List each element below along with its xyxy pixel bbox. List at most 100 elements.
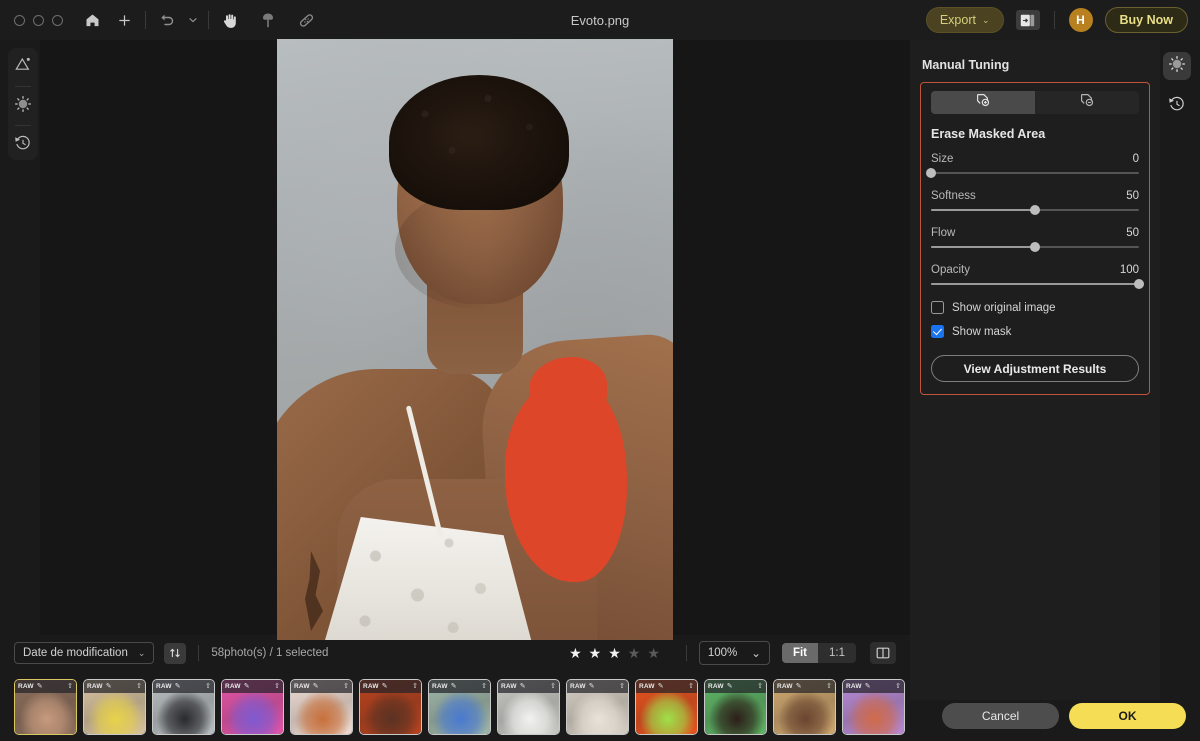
pencil-icon[interactable]: ✎	[520, 683, 526, 690]
filmstrip-thumbnail[interactable]: RAW ✎ ⇧	[152, 678, 215, 735]
upload-icon[interactable]: ⇧	[757, 683, 763, 690]
healing-bandage-icon[interactable]	[293, 7, 319, 33]
photo-canvas[interactable]	[277, 39, 673, 640]
tab-erase-mask[interactable]	[1035, 91, 1139, 114]
filmstrip[interactable]: RAW ✎ ⇧ RAW ✎ ⇧ RAW ✎ ⇧ RAW ✎ ⇧ RAW ✎ ⇧ RAW ✎ ⇧ RAW ✎ ⇧ RAW ✎ ⇧…	[0, 672, 910, 741]
window-maximize-icon[interactable]	[52, 14, 63, 26]
checkbox-show-original-image[interactable]: Show original image	[931, 301, 1139, 314]
sidebar-item-retouch[interactable]	[10, 93, 36, 119]
ok-button[interactable]: OK	[1069, 703, 1186, 729]
pencil-icon[interactable]: ✎	[658, 683, 664, 690]
upload-icon[interactable]: ⇧	[274, 683, 280, 690]
pencil-icon[interactable]: ✎	[865, 683, 871, 690]
filmstrip-thumbnail[interactable]: RAW ✎ ⇧	[221, 678, 284, 735]
upload-icon[interactable]: ⇧	[895, 683, 901, 690]
pencil-icon[interactable]: ✎	[313, 683, 319, 690]
right-rail-history-button[interactable]	[1163, 92, 1191, 120]
checkbox-box[interactable]	[931, 301, 944, 314]
pencil-icon[interactable]: ✎	[382, 683, 388, 690]
rating-star-2[interactable]: ★	[589, 646, 602, 660]
rating-stars[interactable]: ★ ★ ★ ★ ★	[569, 646, 660, 660]
window-minimize-icon[interactable]	[33, 14, 44, 26]
toolbar-divider-2	[685, 645, 687, 661]
pencil-icon[interactable]: ✎	[451, 683, 457, 690]
sidebar-item-history[interactable]	[10, 132, 36, 158]
pencil-icon[interactable]: ✎	[106, 683, 112, 690]
fit-button[interactable]: Fit	[781, 643, 818, 663]
pencil-icon[interactable]: ✎	[37, 683, 43, 690]
avatar[interactable]: H	[1068, 8, 1093, 32]
rating-star-1[interactable]: ★	[569, 646, 582, 660]
slider-thumb[interactable]	[1134, 279, 1144, 289]
filmstrip-thumbnail[interactable]: RAW ✎ ⇧	[635, 678, 698, 735]
filmstrip-thumbnail[interactable]: RAW ✎ ⇧	[290, 678, 353, 735]
home-icon[interactable]	[79, 7, 105, 33]
upload-icon[interactable]: ⇧	[343, 683, 349, 690]
chevron-down-icon[interactable]	[186, 7, 200, 33]
sidebar-item-photo[interactable]	[10, 54, 36, 80]
checkbox-box[interactable]	[931, 325, 944, 338]
slider-thumb[interactable]	[1030, 205, 1040, 215]
cancel-button[interactable]: Cancel	[942, 703, 1059, 729]
filmstrip-thumbnail[interactable]: RAW ✎ ⇧	[83, 678, 146, 735]
upload-icon[interactable]: ⇧	[550, 683, 556, 690]
thumbnail-badge-bar: RAW ✎ ⇧	[498, 679, 559, 693]
zoom-select[interactable]: 100% ⌄	[698, 641, 770, 665]
sort-select[interactable]: Date de modification ⌄	[14, 642, 155, 664]
upload-icon[interactable]: ⇧	[481, 683, 487, 690]
add-mask-icon	[975, 92, 991, 113]
filmstrip-thumbnail[interactable]: RAW ✎ ⇧	[497, 678, 560, 735]
rating-star-5[interactable]: ★	[647, 646, 660, 660]
upload-icon[interactable]: ⇧	[205, 683, 211, 690]
brush-tool-icon[interactable]	[255, 7, 281, 33]
slider-thumb[interactable]	[1030, 242, 1040, 252]
upload-icon[interactable]: ⇧	[136, 683, 142, 690]
mask-overlay-region-secondary[interactable]	[529, 357, 607, 417]
hand-tool-icon[interactable]	[217, 7, 243, 33]
panel-toggle-icon[interactable]	[1015, 10, 1040, 30]
filmstrip-thumbnail[interactable]: RAW ✎ ⇧	[773, 678, 836, 735]
upload-icon[interactable]: ⇧	[688, 683, 694, 690]
tab-add-mask[interactable]	[931, 91, 1035, 114]
upload-icon[interactable]: ⇧	[619, 683, 625, 690]
filmstrip-thumbnail[interactable]: RAW ✎ ⇧	[704, 678, 767, 735]
window-controls[interactable]	[14, 14, 63, 26]
slider-track[interactable]	[931, 205, 1139, 215]
export-button[interactable]: Export ⌄	[925, 7, 1004, 33]
pencil-icon[interactable]: ✎	[796, 683, 802, 690]
checkbox-list: Show original image Show mask	[931, 301, 1139, 338]
checkbox-show-mask[interactable]: Show mask	[931, 325, 1139, 338]
history-icon	[14, 134, 32, 157]
upload-icon[interactable]: ⇧	[412, 683, 418, 690]
slider-track[interactable]	[931, 242, 1139, 252]
view-adjustment-results-button[interactable]: View Adjustment Results	[931, 355, 1139, 382]
filmstrip-thumbnail[interactable]: RAW ✎ ⇧	[14, 678, 77, 735]
filmstrip-thumbnail[interactable]: RAW ✎ ⇧	[428, 678, 491, 735]
pencil-icon[interactable]: ✎	[589, 683, 595, 690]
slider-track[interactable]	[926, 168, 1139, 178]
slider-track[interactable]	[931, 279, 1144, 289]
canvas-area[interactable]	[40, 39, 910, 640]
rating-star-4[interactable]: ★	[628, 646, 641, 660]
pencil-icon[interactable]: ✎	[175, 683, 181, 690]
buy-now-button[interactable]: Buy Now	[1104, 7, 1188, 33]
compare-split-icon[interactable]	[870, 642, 896, 664]
undo-arrow-icon[interactable]	[154, 7, 180, 33]
sort-direction-icon[interactable]	[164, 642, 187, 664]
rating-star-3[interactable]: ★	[608, 646, 621, 660]
window-close-icon[interactable]	[14, 14, 25, 26]
filmstrip-thumbnail[interactable]: RAW ✎ ⇧	[842, 678, 905, 735]
right-rail-retouch-button[interactable]	[1163, 52, 1191, 80]
dialog-footer: Cancel OK	[910, 691, 1200, 741]
upload-icon[interactable]: ⇧	[67, 683, 73, 690]
slider-thumb[interactable]	[926, 168, 936, 178]
filmstrip-thumbnail[interactable]: RAW ✎ ⇧	[566, 678, 629, 735]
upload-icon[interactable]: ⇧	[826, 683, 832, 690]
toolbar-divider-2	[208, 11, 209, 29]
filmstrip-thumbnail[interactable]: RAW ✎ ⇧	[359, 678, 422, 735]
pencil-icon[interactable]: ✎	[244, 683, 250, 690]
top-right-controls: Export ⌄ H Buy Now	[925, 0, 1188, 40]
pencil-icon[interactable]: ✎	[727, 683, 733, 690]
plus-icon[interactable]	[111, 7, 137, 33]
one-to-one-button[interactable]: 1:1	[818, 643, 856, 663]
